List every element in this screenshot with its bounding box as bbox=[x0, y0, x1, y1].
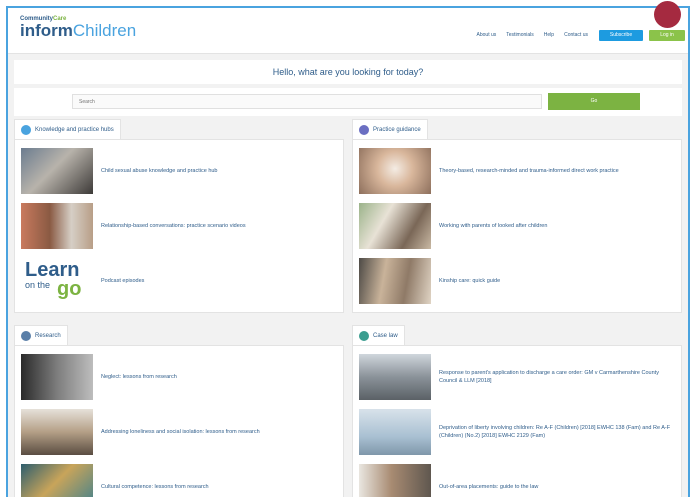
research-section: Research Neglect: lessons from research … bbox=[14, 324, 344, 497]
thumbnail-image bbox=[21, 408, 93, 455]
gavel-icon bbox=[359, 330, 369, 341]
site-logo[interactable]: CommunityCare informChildren bbox=[20, 16, 136, 40]
nav-help[interactable]: Help bbox=[544, 32, 554, 38]
thumbnail-image bbox=[21, 202, 93, 249]
learn-on-the-go-logo: Learn on the go bbox=[21, 257, 93, 304]
logo-wordmark: informChildren bbox=[20, 21, 137, 40]
subscribe-button[interactable]: Subscribe bbox=[599, 30, 643, 41]
thumbnail-image bbox=[359, 202, 431, 249]
guidance-panel: Theory-based, research-minded and trauma… bbox=[352, 138, 682, 313]
guidance-section: Practice guidance Theory-based, research… bbox=[352, 118, 682, 313]
marker-dot bbox=[654, 1, 681, 28]
list-item[interactable]: Cultural competence: lessons from resear… bbox=[21, 461, 337, 497]
guidance-icon bbox=[359, 124, 369, 135]
research-icon bbox=[21, 330, 31, 341]
thumbnail-image bbox=[359, 353, 431, 400]
nav-testimonials[interactable]: Testimonials bbox=[506, 32, 534, 38]
greeting-banner: Hello, what are you looking for today? bbox=[14, 60, 682, 84]
list-item[interactable]: Deprivation of liberty involving childre… bbox=[359, 406, 675, 458]
caselaw-panel: Response to parent's application to disc… bbox=[352, 344, 682, 497]
tab-case-law[interactable]: Case law bbox=[352, 325, 405, 345]
search-bar: Go bbox=[14, 88, 682, 116]
list-item[interactable]: Working with parents of looked after chi… bbox=[359, 200, 675, 252]
list-item[interactable]: Learn on the go Podcast episodes bbox=[21, 255, 337, 307]
list-item[interactable]: Neglect: lessons from research bbox=[21, 351, 337, 403]
thumbnail-image bbox=[21, 353, 93, 400]
nav-about-us[interactable]: About us bbox=[477, 32, 497, 38]
research-panel: Neglect: lessons from research Addressin… bbox=[14, 344, 344, 497]
thumbnail-image bbox=[359, 257, 431, 304]
thumbnail-image bbox=[359, 463, 431, 497]
knowledge-panel: Child sexual abuse knowledge and practic… bbox=[14, 138, 344, 313]
page-frame: CommunityCare informChildren About us Te… bbox=[6, 6, 690, 497]
site-header: CommunityCare informChildren About us Te… bbox=[8, 8, 688, 54]
tab-practice-guidance[interactable]: Practice guidance bbox=[352, 119, 428, 139]
thumbnail-image bbox=[21, 463, 93, 497]
search-button[interactable]: Go bbox=[548, 93, 640, 110]
list-item[interactable]: Out-of-area placements: guide to the law bbox=[359, 461, 675, 497]
top-nav: About us Testimonials Help Contact us bbox=[477, 32, 588, 38]
list-item[interactable]: Theory-based, research-minded and trauma… bbox=[359, 145, 675, 197]
login-button[interactable]: Log in bbox=[649, 30, 685, 41]
list-item[interactable]: Child sexual abuse knowledge and practic… bbox=[21, 145, 337, 197]
tab-knowledge-hubs[interactable]: Knowledge and practice hubs bbox=[14, 119, 121, 139]
thumbnail-image bbox=[359, 408, 431, 455]
thumbnail-image bbox=[21, 147, 93, 194]
caselaw-section: Case law Response to parent's applicatio… bbox=[352, 324, 682, 497]
list-item[interactable]: Response to parent's application to disc… bbox=[359, 351, 675, 403]
search-input[interactable] bbox=[72, 94, 542, 109]
list-item[interactable]: Kinship care: quick guide bbox=[359, 255, 675, 307]
list-item[interactable]: Addressing loneliness and social isolati… bbox=[21, 406, 337, 458]
nav-contact-us[interactable]: Contact us bbox=[564, 32, 588, 38]
knowledge-section: Knowledge and practice hubs Child sexual… bbox=[14, 118, 344, 313]
lightbulb-icon bbox=[21, 124, 31, 135]
thumbnail-image bbox=[359, 147, 431, 194]
tab-research[interactable]: Research bbox=[14, 325, 68, 345]
list-item[interactable]: Relationship-based conversations: practi… bbox=[21, 200, 337, 252]
